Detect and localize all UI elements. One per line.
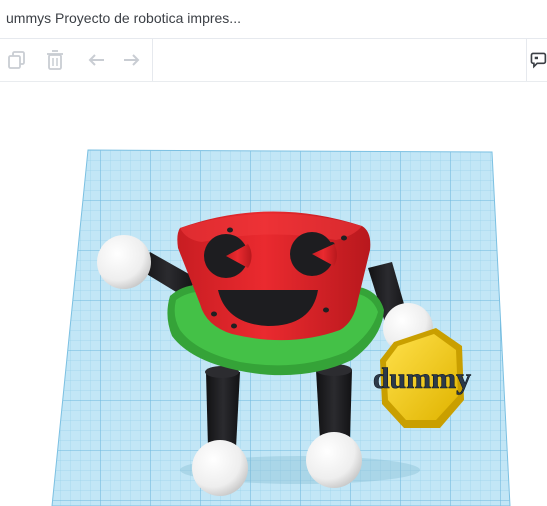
comment-button[interactable]	[529, 47, 547, 73]
left-hand-ball[interactable]	[97, 235, 151, 289]
right-leg[interactable]	[316, 364, 352, 440]
scene-canvas[interactable]: dummy	[0, 82, 547, 506]
redo-arrow-icon	[124, 54, 140, 66]
redo-button[interactable]	[118, 47, 144, 73]
undo-button[interactable]	[84, 47, 110, 73]
copy-icon	[8, 51, 25, 69]
title-bar: ummys Proyecto de robotica impres...	[0, 0, 547, 39]
undo-arrow-icon	[88, 54, 104, 66]
design-title[interactable]: ummys Proyecto de robotica impres...	[6, 10, 241, 26]
copy-button[interactable]	[4, 47, 30, 73]
delete-button[interactable]	[42, 47, 68, 73]
trash-icon	[47, 50, 63, 70]
left-foot-ball[interactable]	[192, 440, 248, 496]
toolbar-divider	[152, 39, 153, 81]
toolbar-divider	[526, 39, 527, 81]
right-foot-ball[interactable]	[306, 432, 362, 488]
speech-bubble-icon	[530, 52, 547, 69]
edit-toolbar	[0, 39, 547, 82]
sign-label: dummy	[373, 362, 471, 395]
3d-viewport[interactable]: dummy	[0, 82, 547, 506]
left-leg[interactable]	[205, 366, 240, 448]
